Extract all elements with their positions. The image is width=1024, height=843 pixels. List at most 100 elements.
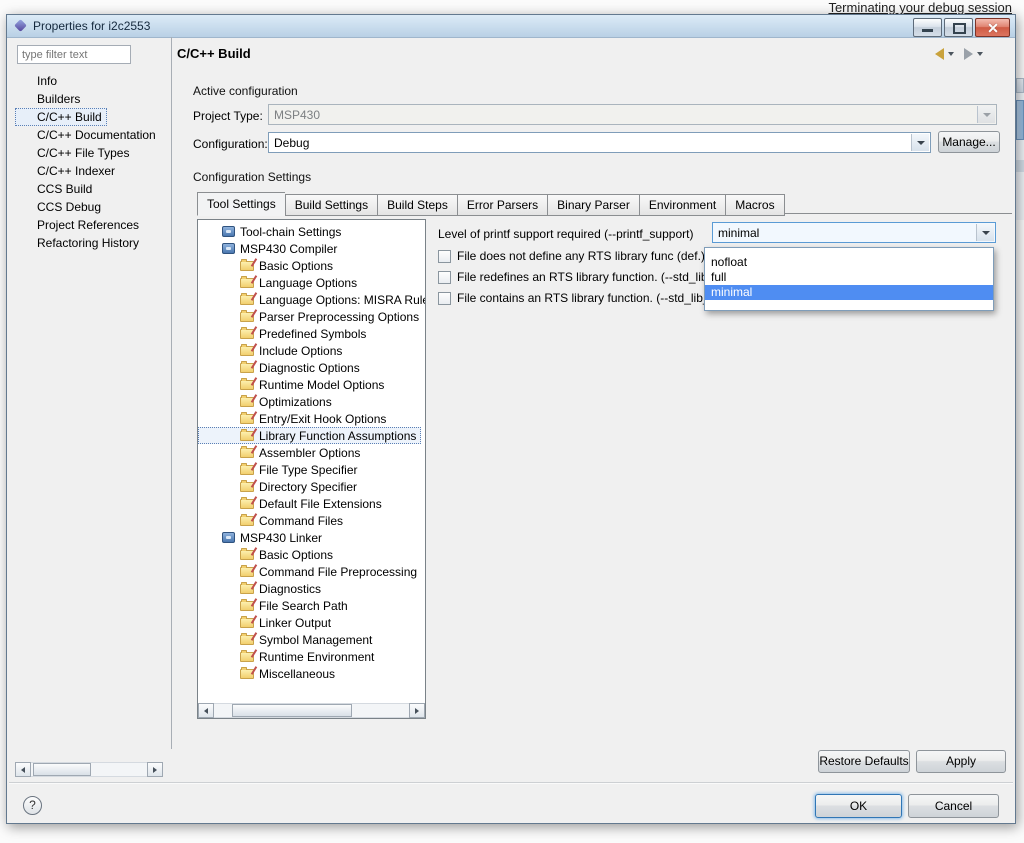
- dropdown-option-minimal[interactable]: minimal: [705, 285, 993, 300]
- scrollbar-track[interactable]: [214, 703, 409, 718]
- sidebar-item-ccs-build[interactable]: CCS Build: [15, 180, 97, 198]
- tool-tree-item-file-type-specifier[interactable]: File Type Specifier: [198, 461, 425, 478]
- toolchain-icon: [222, 532, 235, 543]
- minimize-button-icon[interactable]: [913, 18, 942, 37]
- manage-button[interactable]: Manage...: [938, 131, 1000, 153]
- panel-sash[interactable]: [171, 37, 172, 749]
- folder-icon: [240, 462, 254, 475]
- back-icon[interactable]: [935, 48, 944, 60]
- tab-error-parsers[interactable]: Error Parsers: [456, 194, 548, 216]
- scrollbar-track[interactable]: [31, 762, 147, 777]
- tool-tree-item-diagnostic-options[interactable]: Diagnostic Options: [198, 359, 425, 376]
- back-menu-chevron-icon[interactable]: [948, 52, 954, 56]
- tool-tree-item-symbol-management[interactable]: Symbol Management: [198, 631, 425, 648]
- tool-tree-item-directory-specifier[interactable]: Directory Specifier: [198, 478, 425, 495]
- checkbox-icon[interactable]: [438, 270, 451, 284]
- scroll-right-icon[interactable]: [147, 762, 163, 777]
- printf-support-combo[interactable]: minimal: [712, 222, 996, 243]
- cancel-button[interactable]: Cancel: [908, 794, 999, 818]
- tool-tree-item-command-file-preprocessing[interactable]: Command File Preprocessing: [198, 563, 425, 580]
- title-bar[interactable]: Properties for i2c2553: [7, 15, 1015, 38]
- tool-tree-item-include-options[interactable]: Include Options: [198, 342, 425, 359]
- restore-defaults-button[interactable]: Restore Defaults: [818, 750, 910, 773]
- scrollbar-thumb[interactable]: [232, 704, 352, 717]
- tool-tree-item-parser-preprocessing-options[interactable]: Parser Preprocessing Options: [198, 308, 425, 325]
- sidebar-item-project-references[interactable]: Project References: [15, 216, 144, 234]
- folder-icon: [240, 547, 254, 560]
- tab-build-settings[interactable]: Build Settings: [284, 194, 378, 216]
- tool-tree-item-predefined-symbols[interactable]: Predefined Symbols: [198, 325, 425, 342]
- tool-tree-item-assembler-options[interactable]: Assembler Options: [198, 444, 425, 461]
- page-title: C/C++ Build: [177, 46, 251, 61]
- tool-tree-item-entry-exit-hook-options[interactable]: Entry/Exit Hook Options: [198, 410, 425, 427]
- folder-icon: [240, 258, 254, 271]
- tool-tree-item-language-options-misra-rules[interactable]: Language Options: MISRA Rules: [198, 291, 425, 308]
- sidebar-horizontal-scrollbar[interactable]: [15, 762, 163, 777]
- configuration-combo[interactable]: Debug: [268, 132, 931, 153]
- tool-tree-item-diagnostics[interactable]: Diagnostics: [198, 580, 425, 597]
- checkbox-icon[interactable]: [438, 291, 451, 305]
- sidebar-item-ccs-debug[interactable]: CCS Debug: [15, 198, 106, 216]
- folder-icon: [240, 360, 254, 373]
- tab-macros[interactable]: Macros: [725, 194, 785, 216]
- apply-button[interactable]: Apply: [916, 750, 1006, 773]
- tool-tree-item-basic-options[interactable]: Basic Options: [198, 546, 425, 563]
- properties-dialog: Properties for i2c2553 InfoBuildersC/C++…: [6, 14, 1016, 824]
- forward-menu-chevron-icon[interactable]: [977, 52, 983, 56]
- scroll-left-icon[interactable]: [198, 703, 214, 718]
- sidebar-item-c-c-documentation[interactable]: C/C++ Documentation: [15, 126, 161, 144]
- background-scrollbar-fragment: [1016, 160, 1024, 172]
- tool-tree-item-basic-options[interactable]: Basic Options: [198, 257, 425, 274]
- folder-icon: [240, 564, 254, 577]
- tool-tree-item-file-search-path[interactable]: File Search Path: [198, 597, 425, 614]
- tool-tree-item-msp430-linker[interactable]: MSP430 Linker: [198, 529, 425, 546]
- configuration-value: Debug: [274, 136, 310, 150]
- sidebar-item-refactoring-history[interactable]: Refactoring History: [15, 234, 144, 252]
- chevron-down-icon[interactable]: [976, 224, 994, 241]
- tool-tree-item-miscellaneous[interactable]: Miscellaneous: [198, 665, 425, 682]
- forward-icon[interactable]: [964, 48, 973, 60]
- close-button-icon[interactable]: [975, 18, 1010, 37]
- tool-tree-item-command-files[interactable]: Command Files: [198, 512, 425, 529]
- tree-horizontal-scrollbar[interactable]: [198, 703, 425, 718]
- tab-tool-settings[interactable]: Tool Settings: [197, 192, 285, 216]
- tool-tree-item-language-options[interactable]: Language Options: [198, 274, 425, 291]
- sidebar-item-c-c-indexer[interactable]: C/C++ Indexer: [15, 162, 120, 180]
- tool-tree-item-runtime-model-options[interactable]: Runtime Model Options: [198, 376, 425, 393]
- scroll-right-icon[interactable]: [409, 703, 425, 718]
- checkbox-icon[interactable]: [438, 249, 451, 263]
- tool-tree-item-runtime-environment[interactable]: Runtime Environment: [198, 648, 425, 665]
- dropdown-option-full[interactable]: full: [705, 270, 993, 285]
- tab-environment[interactable]: Environment: [638, 194, 726, 216]
- printf-support-dropdown-list: nofloat full minimal: [704, 247, 994, 311]
- tool-tree-item-linker-output[interactable]: Linker Output: [198, 614, 425, 631]
- dropdown-option-nofloat[interactable]: nofloat: [705, 255, 993, 270]
- tool-tree-item-library-function-assumptions[interactable]: Library Function Assumptions: [198, 427, 422, 444]
- sidebar-item-builders[interactable]: Builders: [15, 90, 85, 108]
- folder-icon: [240, 598, 254, 611]
- tool-tree-item-tool-chain-settings[interactable]: Tool-chain Settings: [198, 223, 425, 240]
- folder-icon: [240, 513, 254, 526]
- background-scrollbar-arrow[interactable]: [1016, 78, 1024, 93]
- chevron-down-icon[interactable]: [911, 134, 929, 151]
- tab-build-steps[interactable]: Build Steps: [377, 194, 457, 216]
- ok-button[interactable]: OK: [815, 794, 902, 818]
- tool-tree-item-optimizations[interactable]: Optimizations: [198, 393, 425, 410]
- tab-binary-parser[interactable]: Binary Parser: [547, 194, 639, 216]
- sidebar-item-c-c-build[interactable]: C/C++ Build: [15, 108, 107, 126]
- folder-icon: [240, 479, 254, 492]
- sidebar-item-c-c-file-types[interactable]: C/C++ File Types: [15, 144, 134, 162]
- maximize-button-icon[interactable]: [944, 18, 973, 37]
- scroll-left-icon[interactable]: [15, 762, 31, 777]
- folder-icon: [240, 411, 254, 424]
- tool-tree-item-msp430-compiler[interactable]: MSP430 Compiler: [198, 240, 425, 257]
- folder-icon: [240, 632, 254, 645]
- scrollbar-thumb[interactable]: [33, 763, 91, 776]
- background-scrollbar-thumb[interactable]: [1016, 100, 1024, 140]
- tool-settings-tree-panel: Tool-chain Settings MSP430 Compiler Basic …: [197, 219, 426, 719]
- tool-tree-item-default-file-extensions[interactable]: Default File Extensions: [198, 495, 425, 512]
- filter-input[interactable]: [17, 45, 131, 64]
- folder-icon: [240, 496, 254, 509]
- help-button[interactable]: ?: [23, 796, 42, 815]
- sidebar-item-info[interactable]: Info: [15, 72, 62, 90]
